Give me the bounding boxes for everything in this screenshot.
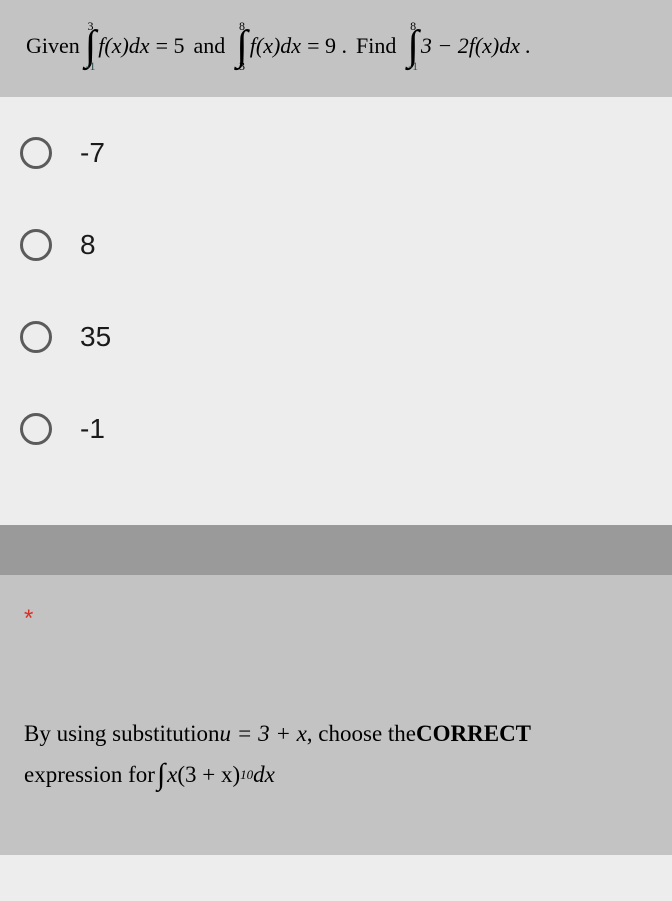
given-word: Given — [26, 33, 80, 59]
integral-1: 3 ∫ -1 f(x)dx = 5 — [83, 20, 185, 72]
option-label: -7 — [80, 137, 105, 169]
q2-exponent: 10 — [240, 763, 253, 786]
option-a[interactable]: -7 — [20, 137, 652, 169]
q2-line1-part2: , choose the — [307, 713, 416, 754]
int1-lower: -1 — [86, 60, 96, 72]
q2-substitution: u = 3 + x — [220, 713, 307, 754]
required-indicator: * — [24, 605, 648, 633]
integral-symbol-icon: ∫ — [157, 763, 165, 787]
q2-dx: dx — [253, 754, 275, 795]
int1-integrand: f(x)dx — [98, 33, 149, 59]
option-label: 8 — [80, 229, 96, 261]
q2-line2-part1: expression for — [24, 754, 155, 795]
int3-lower: -1 — [408, 60, 418, 72]
question-2-text: By using substitution u = 3 + x , choose… — [24, 713, 648, 796]
q2-correct-word: CORRECT — [416, 713, 531, 754]
radio-button[interactable] — [20, 321, 52, 353]
integral-3: 8 ∫ -1 3 − 2f(x)dx . — [405, 20, 531, 72]
int2-integrand: f(x)dx — [250, 33, 301, 59]
and-word: and — [194, 33, 226, 59]
radio-button[interactable] — [20, 413, 52, 445]
radio-button[interactable] — [20, 137, 52, 169]
question-1-text: Given 3 ∫ -1 f(x)dx = 5 and 8 ∫ 3 f(x)dx… — [0, 20, 672, 72]
int3-integrand: 3 − 2f(x)dx . — [421, 33, 531, 59]
find-word: Find — [356, 33, 396, 59]
option-b[interactable]: 8 — [20, 229, 652, 261]
int2-lower: 3 — [239, 60, 245, 72]
q2-integrand-x: x — [167, 754, 177, 795]
q2-integrand-paren: (3 + x) — [177, 754, 240, 795]
options-area: -7 8 35 -1 — [0, 97, 672, 525]
question-1-prompt: Given 3 ∫ -1 f(x)dx = 5 and 8 ∫ 3 f(x)dx… — [0, 0, 672, 97]
section-divider — [0, 525, 672, 575]
option-c[interactable]: 35 — [20, 321, 652, 353]
option-label: -1 — [80, 413, 105, 445]
question-2-block: * By using substitution u = 3 + x , choo… — [0, 575, 672, 856]
int2-equals: = 9 . — [307, 33, 347, 59]
integral-2: 8 ∫ 3 f(x)dx = 9 . — [234, 20, 347, 72]
q2-line1-part1: By using substitution — [24, 713, 220, 754]
option-d[interactable]: -1 — [20, 413, 652, 445]
radio-button[interactable] — [20, 229, 52, 261]
int1-equals: = 5 — [156, 33, 185, 59]
option-label: 35 — [80, 321, 111, 353]
